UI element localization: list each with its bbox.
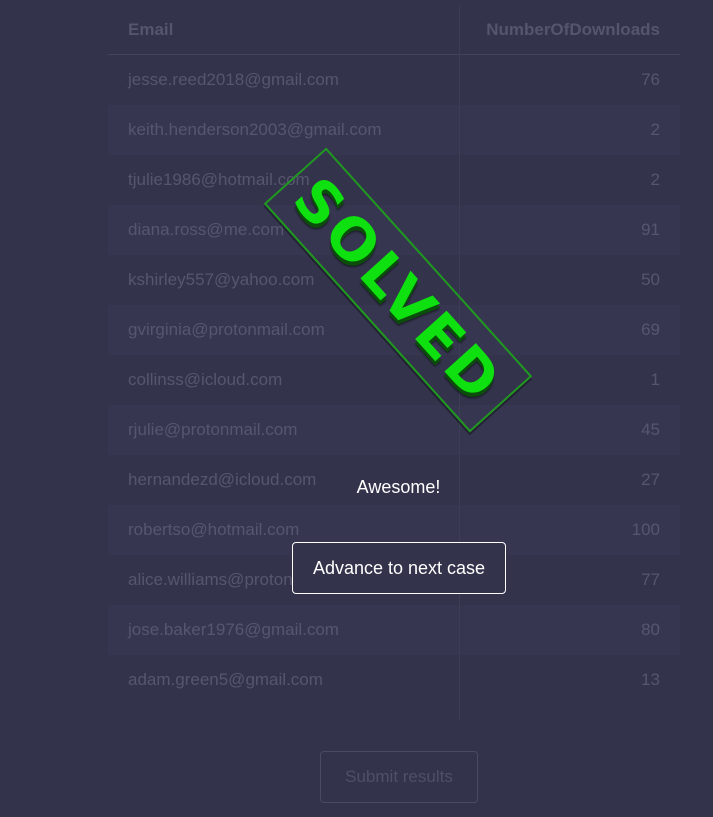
table-row: keith.henderson2003@gmail.com 2 [108,105,680,155]
cell-number-of-downloads: 2 [650,170,660,189]
cell-email: jose.baker1976@gmail.com [128,620,339,639]
cell-email: jesse.reed2018@gmail.com [128,70,339,89]
results-table: Email NumberOfDownloads jesse.reed2018@g… [108,5,680,720]
cell-email: adam.green5@gmail.com [128,670,323,689]
submit-results-button[interactable]: Submit results [320,751,478,803]
cell-number-of-downloads: 91 [641,220,660,239]
cell-number-of-downloads: 45 [641,420,660,439]
cell-number-of-downloads: 80 [641,620,660,639]
header-number-of-downloads: NumberOfDownloads [486,19,660,39]
cell-number-of-downloads: 76 [641,70,660,89]
cell-number-of-downloads: 2 [650,120,660,139]
table-row: adam.green5@gmail.com 13 [108,655,680,705]
table-header: Email NumberOfDownloads [108,5,680,55]
table-row: rjulie@protonmail.com 45 [108,405,680,455]
cell-email: collinss@icloud.com [128,370,283,389]
table-body: jesse.reed2018@gmail.com 76 keith.henderso… [108,55,680,705]
cell-number-of-downloads: 13 [641,670,660,689]
table-row: jesse.reed2018@gmail.com 76 [108,55,680,105]
page: Email NumberOfDownloads jesse.reed2018@g… [0,0,713,817]
cell-number-of-downloads: 50 [641,270,660,289]
advance-to-next-case-button[interactable]: Advance to next case [292,542,506,594]
table-row: jose.baker1976@gmail.com 80 [108,605,680,655]
cell-email: rjulie@protonmail.com [128,420,298,439]
cell-email: keith.henderson2003@gmail.com [128,120,382,139]
table-row: collinss@icloud.com 1 [108,355,680,405]
success-message: Awesome! [356,477,441,497]
header-email: Email [128,19,174,39]
table-row: tjulie1986@hotmail.com 2 [108,155,680,205]
cell-email: robertso@hotmail.com [128,520,300,539]
cell-number-of-downloads: 100 [631,520,660,539]
